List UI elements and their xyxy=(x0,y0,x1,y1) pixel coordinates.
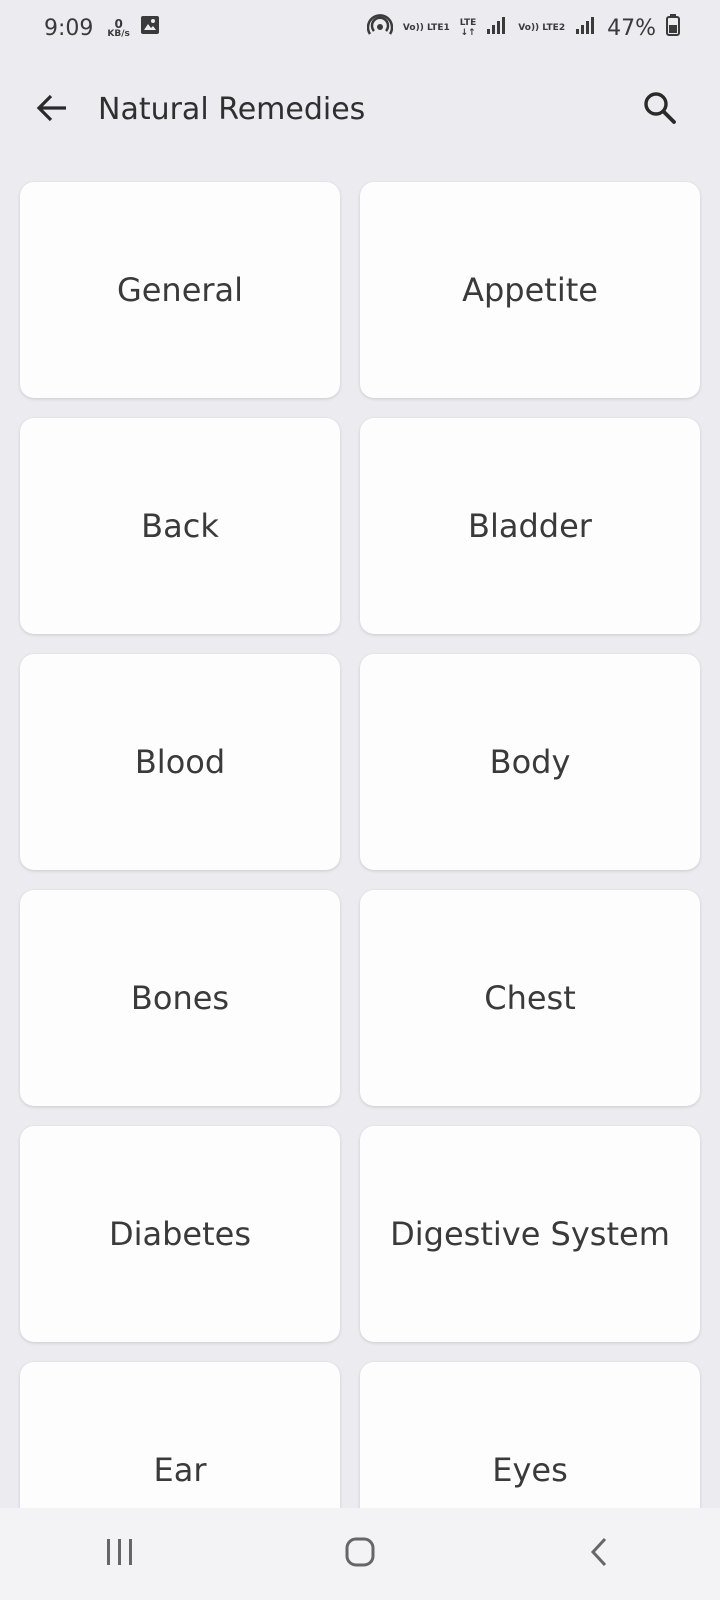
lte-label: LTE xyxy=(459,18,477,28)
signal-strength-icon xyxy=(486,15,508,41)
category-card-body[interactable]: Body xyxy=(360,654,700,870)
app-bar: Natural Remedies xyxy=(0,68,720,152)
battery-icon xyxy=(666,14,680,42)
category-card-general[interactable]: General xyxy=(20,182,340,398)
home-icon xyxy=(344,1536,376,1572)
data-speed-unit: KB/s xyxy=(107,28,130,39)
category-card-bladder[interactable]: Bladder xyxy=(360,418,700,634)
back-button[interactable] xyxy=(26,84,78,136)
category-card-appetite[interactable]: Appetite xyxy=(360,182,700,398)
category-label: General xyxy=(116,271,244,309)
signal-strength-2-icon xyxy=(575,15,597,41)
category-label: Bones xyxy=(130,979,230,1017)
volte2-indicator: Vo)) LTE2 xyxy=(518,23,566,33)
hotspot-icon xyxy=(366,13,394,43)
category-card-diabetes[interactable]: Diabetes xyxy=(20,1126,340,1342)
data-arrows-icon: ↓↑ xyxy=(460,28,476,38)
volte1-indicator: Vo)) LTE1 xyxy=(402,23,450,33)
recents-button[interactable] xyxy=(70,1514,170,1594)
category-card-back[interactable]: Back xyxy=(20,418,340,634)
system-nav-bar xyxy=(0,1508,720,1600)
category-label: Chest xyxy=(484,979,576,1017)
gallery-notification-icon xyxy=(140,15,160,41)
category-label: Blood xyxy=(134,743,226,781)
category-card-blood[interactable]: Blood xyxy=(20,654,340,870)
category-label: Body xyxy=(489,743,571,781)
category-card-digestive-system[interactable]: Digestive System xyxy=(360,1126,700,1342)
category-label: Ear xyxy=(153,1451,207,1489)
nav-back-button[interactable] xyxy=(550,1514,650,1594)
data-speed-indicator: 0 KB/s xyxy=(107,18,129,39)
arrow-left-icon xyxy=(35,91,69,129)
search-icon xyxy=(642,90,678,130)
category-label: Digestive System xyxy=(390,1215,670,1253)
home-button[interactable] xyxy=(310,1514,410,1594)
status-left: 9:09 0 KB/s xyxy=(44,15,160,41)
data-speed-value: 0 xyxy=(114,16,123,31)
status-bar: 9:09 0 KB/s Vo)) LTE1 LTE ↓↑ Vo)) LTE2 4… xyxy=(0,0,720,56)
status-time: 9:09 xyxy=(44,15,94,41)
search-button[interactable] xyxy=(634,84,686,136)
battery-percentage: 47% xyxy=(607,15,656,41)
category-label: Diabetes xyxy=(108,1215,252,1253)
page-title: Natural Remedies xyxy=(98,92,366,127)
category-label: Back xyxy=(141,507,219,545)
category-card-bones[interactable]: Bones xyxy=(20,890,340,1106)
category-label: Eyes xyxy=(492,1451,568,1489)
category-label: Appetite xyxy=(462,271,598,309)
category-grid: General Appetite Back Bladder Blood Body… xyxy=(20,182,700,1578)
chevron-left-icon xyxy=(588,1536,612,1572)
category-label: Bladder xyxy=(468,507,592,545)
category-card-chest[interactable]: Chest xyxy=(360,890,700,1106)
status-right: Vo)) LTE1 LTE ↓↑ Vo)) LTE2 47% xyxy=(366,13,680,43)
recents-icon xyxy=(104,1537,136,1571)
lte-indicator: LTE ↓↑ xyxy=(460,18,477,38)
